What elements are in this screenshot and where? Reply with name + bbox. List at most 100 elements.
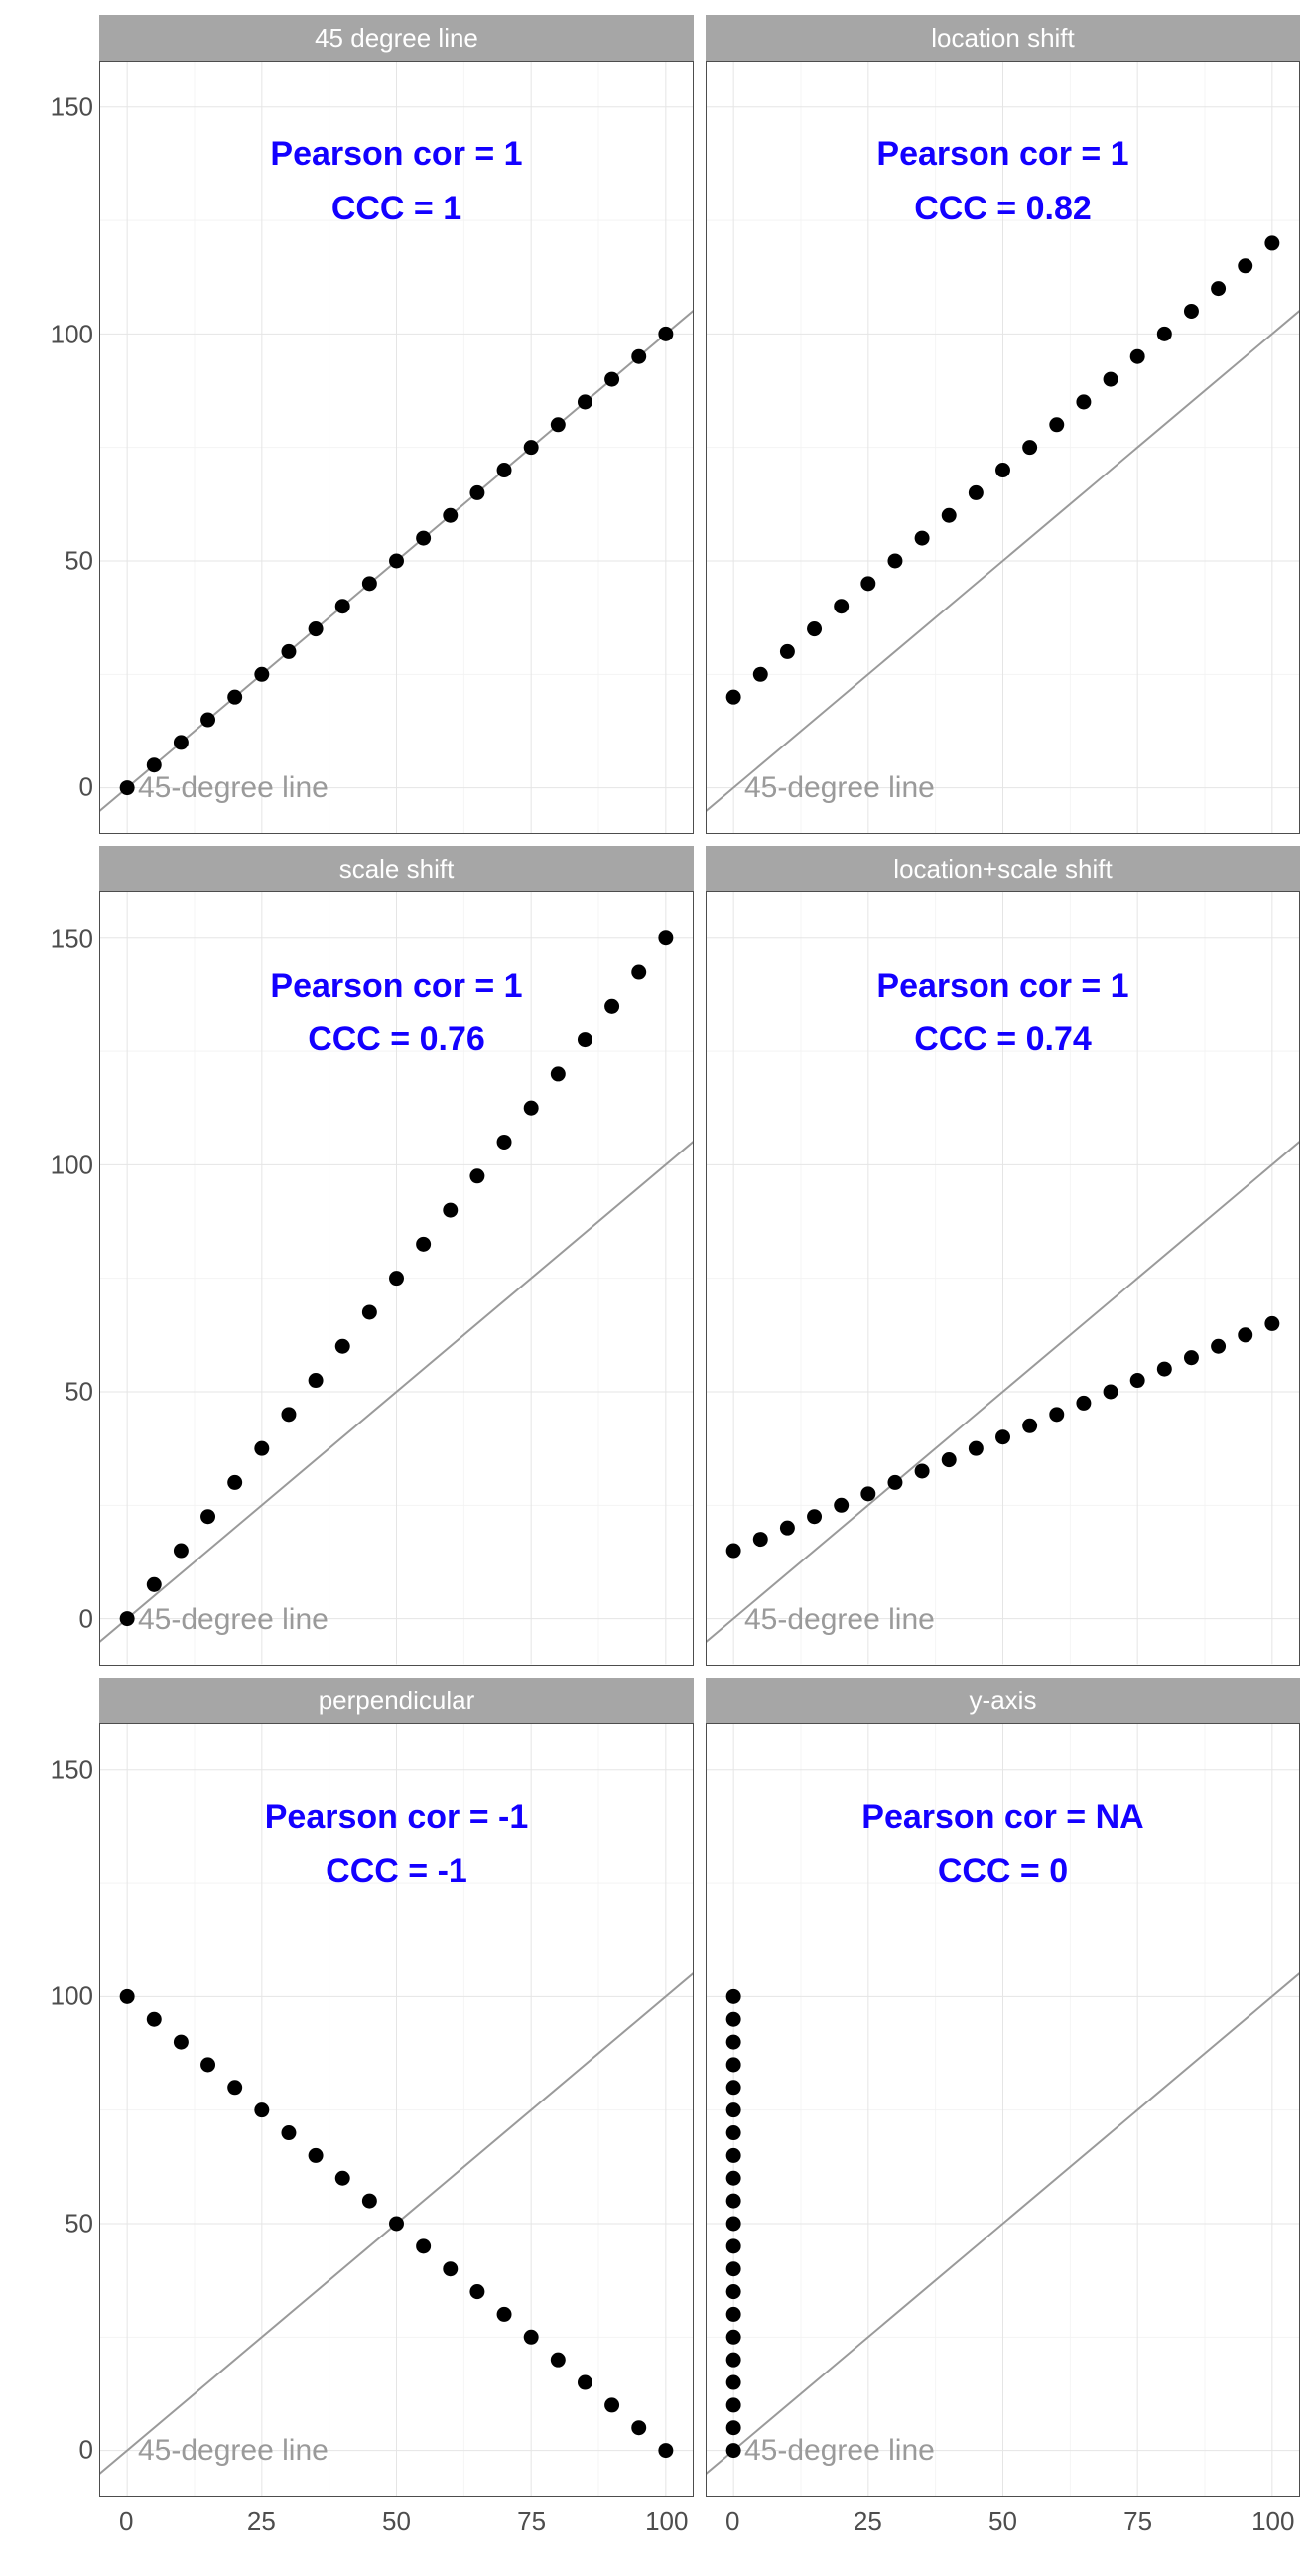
data-point bbox=[281, 1408, 296, 1423]
reference-line-label: 45-degree line bbox=[138, 771, 329, 805]
data-point bbox=[860, 576, 875, 591]
y-axis-tick-label: 0 bbox=[79, 1603, 93, 1634]
data-point bbox=[416, 2238, 431, 2253]
data-point bbox=[1211, 281, 1226, 296]
annotation-ccc: CCC = 0.74 bbox=[707, 1020, 1299, 1059]
data-point bbox=[1211, 1339, 1226, 1354]
reference-line-label: 45-degree line bbox=[138, 2434, 329, 2468]
data-point bbox=[807, 621, 822, 636]
annotation-pearson: Pearson cor = NA bbox=[707, 1798, 1299, 1836]
data-point bbox=[524, 2329, 539, 2344]
x-axis-tick-label: 25 bbox=[854, 2507, 882, 2537]
plot-svg bbox=[707, 1724, 1299, 2496]
data-point bbox=[497, 2307, 512, 2322]
data-point bbox=[969, 1441, 984, 1456]
plot-svg bbox=[707, 892, 1299, 1664]
data-point bbox=[887, 553, 902, 568]
data-point bbox=[120, 780, 135, 795]
data-point bbox=[524, 1101, 539, 1116]
panel-title: scale shift bbox=[99, 846, 694, 891]
data-point bbox=[200, 2057, 215, 2072]
data-point bbox=[915, 1464, 930, 1479]
plot-svg bbox=[100, 1724, 693, 2496]
plot-area: Pearson cor = NACCC = 045-degree line bbox=[706, 1723, 1300, 2497]
data-point bbox=[469, 485, 484, 500]
data-point bbox=[726, 2216, 741, 2231]
data-point bbox=[1238, 1328, 1252, 1343]
data-point bbox=[658, 931, 673, 946]
data-point bbox=[362, 576, 377, 591]
panel-title: location+scale shift bbox=[706, 846, 1300, 891]
data-point bbox=[524, 440, 539, 455]
data-point bbox=[726, 2329, 741, 2344]
data-point bbox=[1104, 372, 1118, 387]
data-point bbox=[578, 2374, 592, 2389]
data-point bbox=[631, 349, 646, 364]
data-point bbox=[469, 1169, 484, 1184]
y-axis-tick-label: 100 bbox=[51, 1981, 93, 2012]
annotation-ccc: CCC = 0.82 bbox=[707, 190, 1299, 228]
plot-area: Pearson cor = 1CCC = 0.7445-degree line bbox=[706, 891, 1300, 1665]
chart-panel: y-axisPearson cor = NACCC = 045-degree l… bbox=[706, 1678, 1300, 2497]
data-point bbox=[1184, 1351, 1199, 1366]
plot-area: Pearson cor = 1CCC = 145-degree line bbox=[99, 61, 694, 834]
data-point bbox=[174, 735, 189, 749]
data-point bbox=[726, 2374, 741, 2389]
data-point bbox=[807, 1510, 822, 1525]
data-point bbox=[578, 394, 592, 409]
y-axis-tick-label: 150 bbox=[51, 1754, 93, 1785]
data-point bbox=[1157, 327, 1172, 341]
data-point bbox=[227, 2080, 242, 2095]
data-point bbox=[726, 2011, 741, 2026]
data-point bbox=[335, 599, 350, 613]
reference-line-label: 45-degree line bbox=[138, 1603, 329, 1637]
data-point bbox=[227, 1475, 242, 1490]
data-point bbox=[443, 508, 458, 523]
x-axis-tick-label: 50 bbox=[988, 2507, 1017, 2537]
data-point bbox=[551, 1067, 566, 1082]
data-point bbox=[469, 2284, 484, 2299]
data-point bbox=[726, 2102, 741, 2117]
data-point bbox=[1130, 1373, 1145, 1388]
data-point bbox=[147, 757, 162, 772]
y-axis-tick-label: 150 bbox=[51, 92, 93, 123]
data-point bbox=[995, 463, 1010, 477]
y-axis-tick-label: 100 bbox=[51, 319, 93, 349]
x-axis-tick-label: 100 bbox=[645, 2507, 688, 2537]
data-point bbox=[726, 2034, 741, 2049]
data-point bbox=[942, 508, 957, 523]
data-point bbox=[658, 2443, 673, 2458]
data-point bbox=[147, 2011, 162, 2026]
data-point bbox=[362, 2193, 377, 2208]
data-point bbox=[995, 1430, 1010, 1445]
data-point bbox=[254, 1441, 269, 1456]
annotation-pearson: Pearson cor = -1 bbox=[100, 1798, 693, 1836]
x-axis-tick-label: 0 bbox=[119, 2507, 133, 2537]
data-point bbox=[726, 2125, 741, 2140]
data-point bbox=[631, 2420, 646, 2435]
data-point bbox=[416, 531, 431, 546]
data-point bbox=[1264, 1316, 1279, 1331]
data-point bbox=[1264, 235, 1279, 250]
data-point bbox=[551, 2352, 566, 2367]
data-point bbox=[335, 1339, 350, 1354]
x-axis-tick-label: 100 bbox=[1251, 2507, 1294, 2537]
panel-title: location shift bbox=[706, 15, 1300, 61]
data-point bbox=[281, 644, 296, 659]
data-point bbox=[309, 621, 324, 636]
y-axis-tick-label: 0 bbox=[79, 772, 93, 803]
data-point bbox=[915, 531, 930, 546]
data-point bbox=[658, 327, 673, 341]
y-axis-tick-label: 50 bbox=[65, 2208, 93, 2238]
annotation-ccc: CCC = 0 bbox=[707, 1852, 1299, 1891]
data-point bbox=[726, 2352, 741, 2367]
plot-svg bbox=[707, 62, 1299, 833]
data-point bbox=[147, 1577, 162, 1592]
data-point bbox=[726, 1988, 741, 2003]
x-axis-tick-label: 75 bbox=[517, 2507, 546, 2537]
annotation-pearson: Pearson cor = 1 bbox=[707, 135, 1299, 174]
panel-title: perpendicular bbox=[99, 1678, 694, 1723]
data-point bbox=[726, 2443, 741, 2458]
annotation-pearson: Pearson cor = 1 bbox=[100, 967, 693, 1006]
data-point bbox=[753, 667, 768, 682]
